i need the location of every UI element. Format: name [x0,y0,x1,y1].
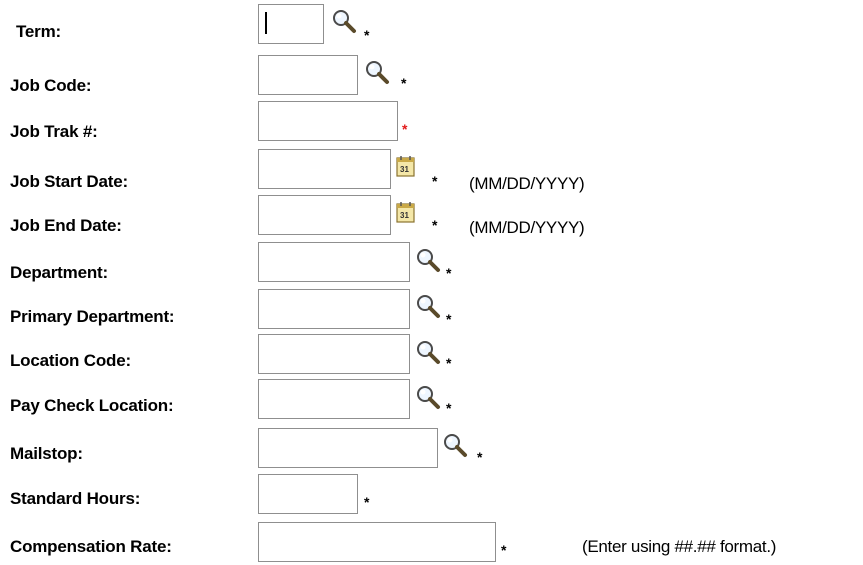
job-trak-required-marker: * [402,121,408,137]
mailstop-lookup-magnifier-icon[interactable] [442,432,468,458]
primary-department-input[interactable] [258,289,410,329]
mailstop-required-marker: * [477,449,483,465]
job-code-label: Job Code: [10,76,92,95]
job-trak-input[interactable] [258,101,398,141]
mailstop-input[interactable] [258,428,438,468]
compensation-rate-input[interactable] [258,522,496,562]
job-end-date-input[interactable] [258,195,391,235]
pay-check-location-lookup-magnifier-icon[interactable] [415,384,441,410]
svg-text:31: 31 [400,211,409,220]
location-code-required-marker: * [446,355,452,371]
department-input[interactable] [258,242,410,282]
primary-department-required-marker: * [446,311,452,327]
job-end-date-format-hint: (MM/DD/YYYY) [469,218,585,237]
location-code-lookup-magnifier-icon[interactable] [415,339,441,365]
job-end-date-calendar-icon[interactable]: 31 [396,201,416,223]
department-required-marker: * [446,265,452,281]
pay-check-location-input[interactable] [258,379,410,419]
pay-check-location-label: Pay Check Location: [10,396,174,415]
department-lookup-magnifier-icon[interactable] [415,247,441,273]
job-start-date-label: Job Start Date: [10,172,128,191]
job-start-date-required-marker: * [432,173,438,189]
job-end-date-label: Job End Date: [10,216,122,235]
job-end-date-required-marker: * [432,217,438,233]
compensation-rate-label: Compensation Rate: [10,537,172,556]
job-entry-form: Term: * Job Code: * Job Trak #: * Job St… [0,0,863,565]
location-code-label: Location Code: [10,351,131,370]
term-required-marker: * [364,27,370,43]
job-code-lookup-magnifier-icon[interactable] [364,59,390,85]
job-code-input[interactable] [258,55,358,95]
primary-department-label: Primary Department: [10,307,175,326]
job-start-date-format-hint: (MM/DD/YYYY) [469,174,585,193]
primary-department-lookup-magnifier-icon[interactable] [415,293,441,319]
term-label: Term: [16,22,61,41]
svg-text:31: 31 [400,165,409,174]
department-label: Department: [10,263,108,282]
compensation-rate-required-marker: * [501,542,507,558]
term-input[interactable] [258,4,324,44]
term-lookup-magnifier-icon[interactable] [331,8,357,34]
compensation-rate-format-hint: (Enter using ##.## format.) [582,537,777,556]
standard-hours-label: Standard Hours: [10,489,141,508]
job-code-required-marker: * [401,75,407,91]
text-cursor [265,12,267,34]
standard-hours-required-marker: * [364,494,370,510]
job-start-date-input[interactable] [258,149,391,189]
location-code-input[interactable] [258,334,410,374]
standard-hours-input[interactable] [258,474,358,514]
job-trak-label: Job Trak #: [10,122,98,141]
mailstop-label: Mailstop: [10,444,83,463]
pay-check-location-required-marker: * [446,400,452,416]
job-start-date-calendar-icon[interactable]: 31 [396,155,416,177]
